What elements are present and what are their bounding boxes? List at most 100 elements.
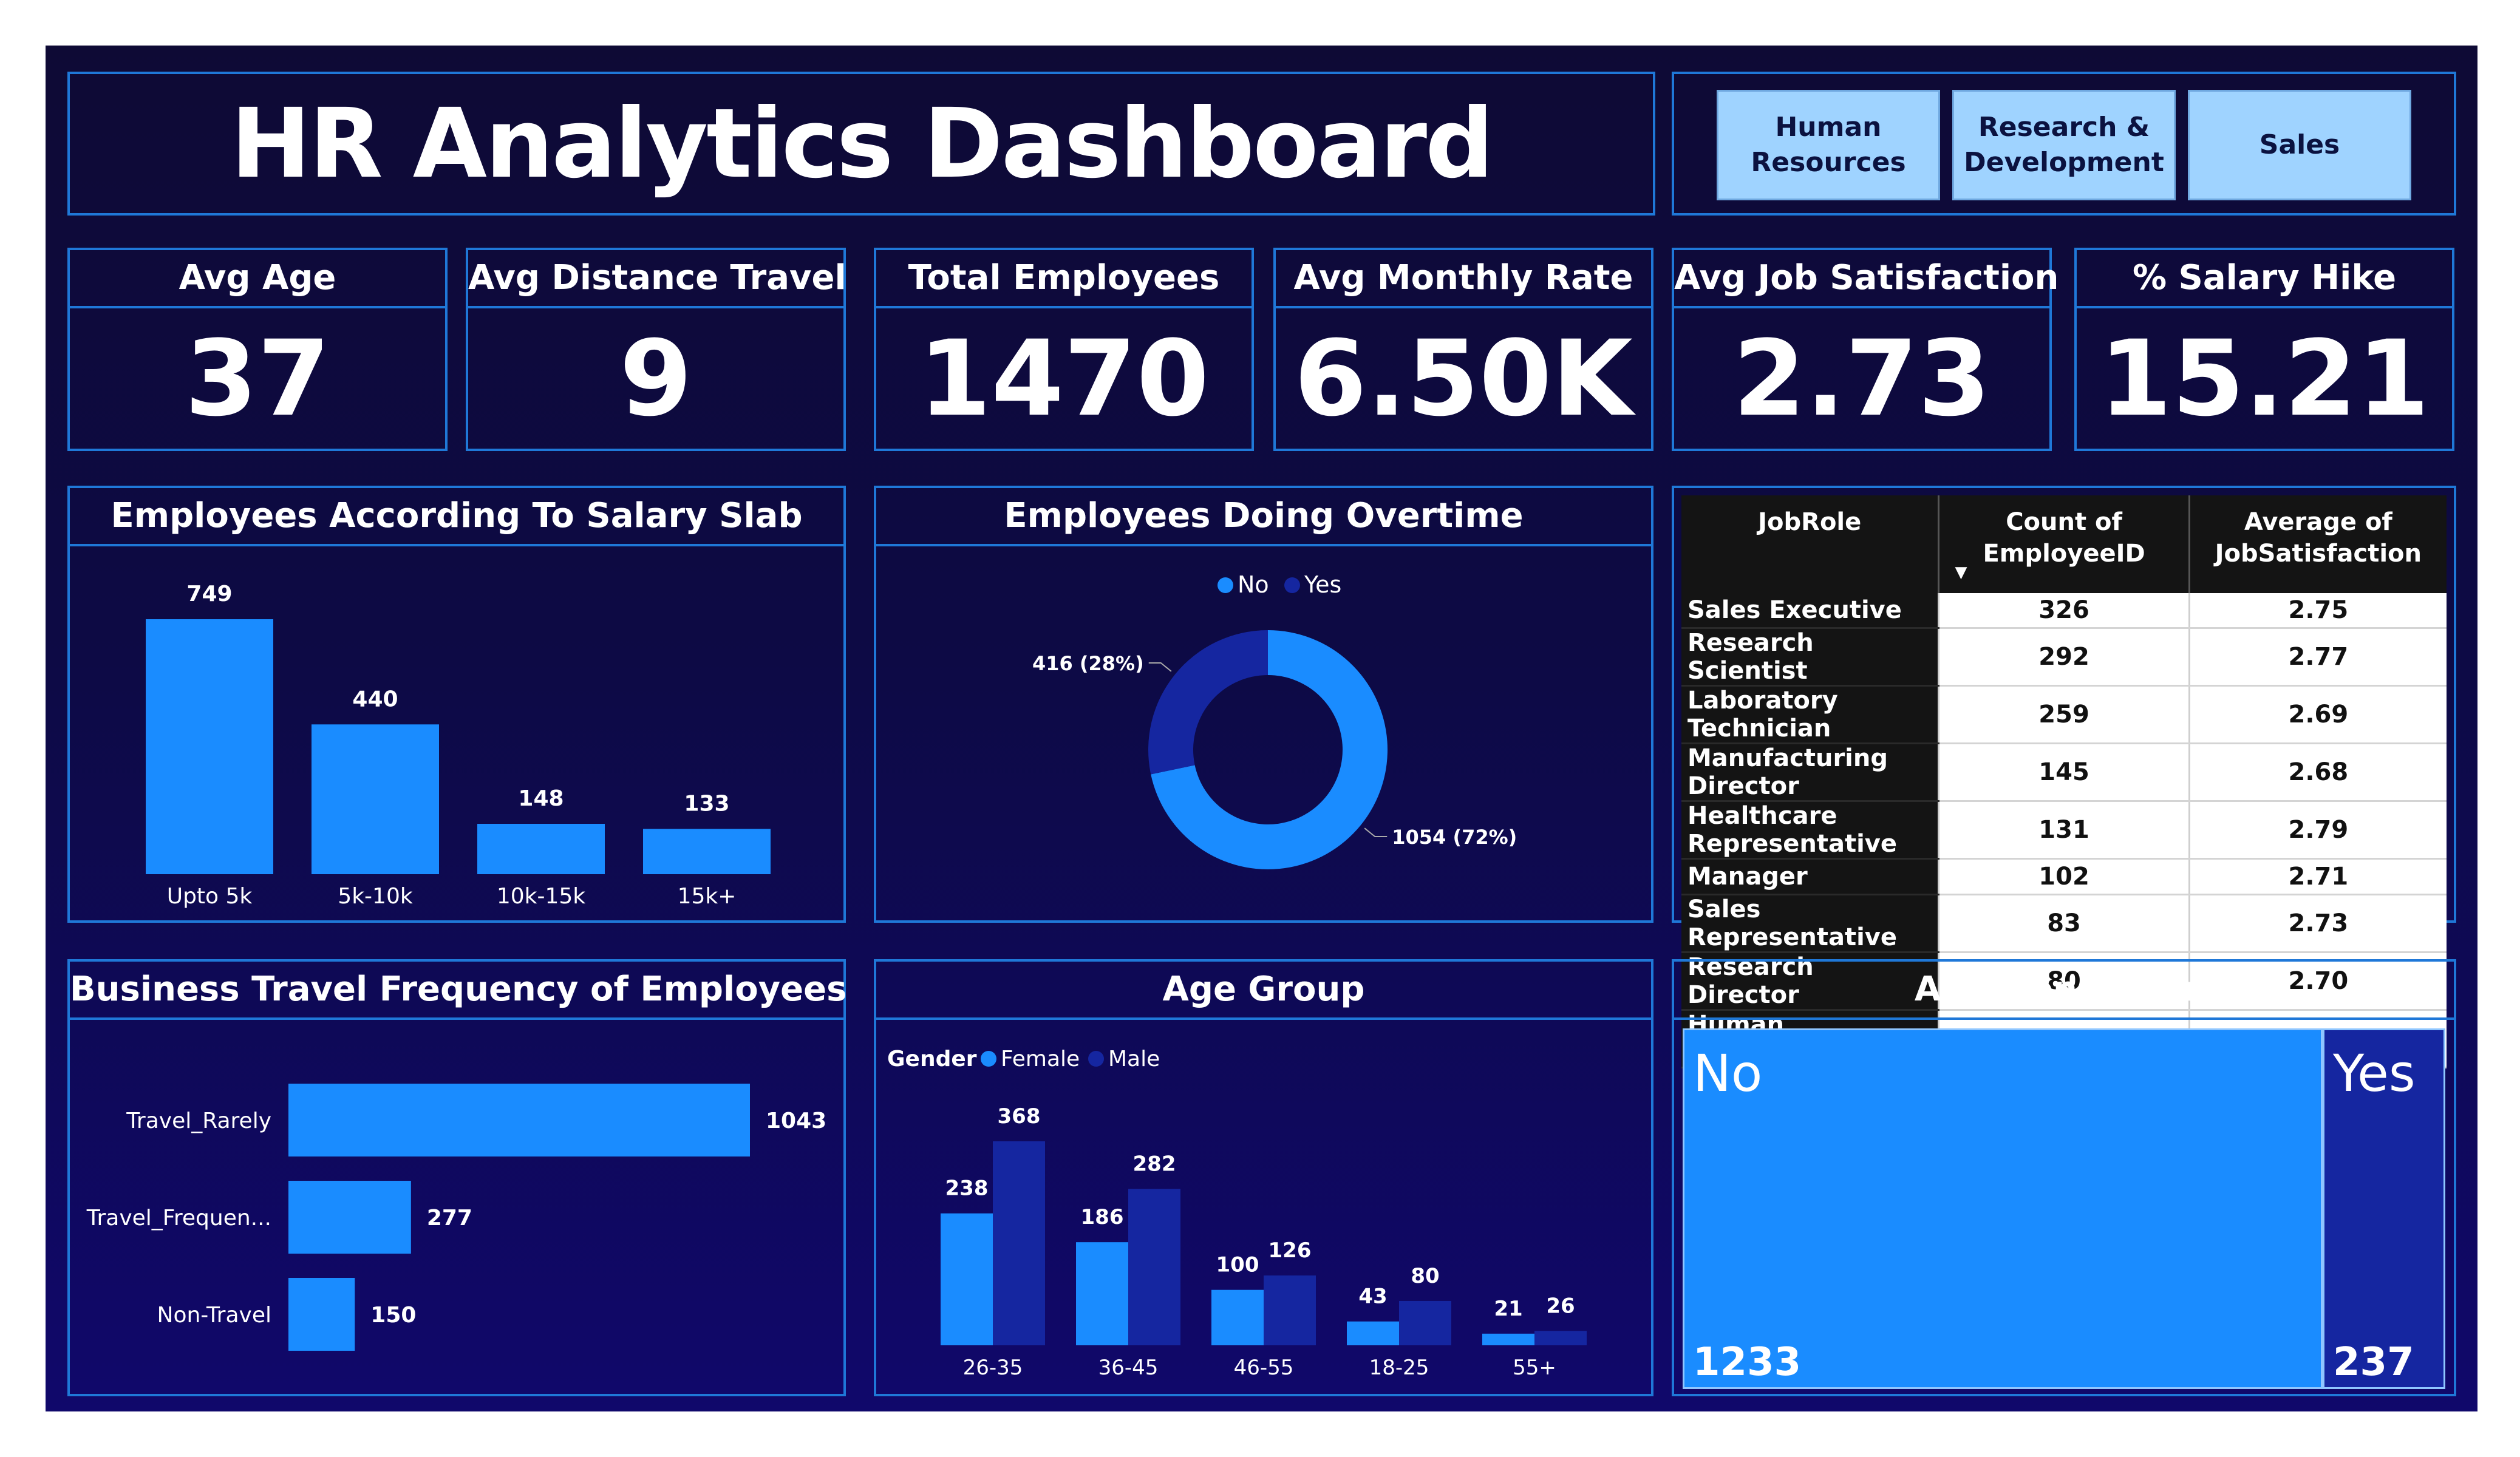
table-header-row: JobRole Count of EmployeeID ▼ Average of… <box>1681 495 2447 593</box>
bar-female[interactable] <box>1076 1242 1128 1345</box>
column-header-count[interactable]: Count of EmployeeID ▼ <box>1938 495 2190 593</box>
table-row[interactable]: Manager 102 2.71 <box>1681 858 2447 895</box>
leader-line <box>1148 662 1172 672</box>
table-row[interactable]: Manufacturing Director 145 2.68 <box>1681 743 2447 802</box>
bar[interactable] <box>477 824 605 874</box>
data-label: 186 <box>1081 1205 1124 1229</box>
table-row[interactable]: Research Scientist 292 2.77 <box>1681 628 2447 687</box>
y-tick-label: Non-Travel <box>157 1303 271 1328</box>
data-label: 749 <box>186 582 232 606</box>
data-label: 440 <box>352 687 398 712</box>
bar-male[interactable] <box>1399 1300 1451 1345</box>
salary-slab-chart: 749 Upto 5k 440 5k-10k 148 10k-15k 133 15k+ <box>146 582 771 909</box>
bar[interactable] <box>146 619 273 874</box>
data-label: 277 <box>427 1206 472 1231</box>
cell-avg-satisfaction: 2.75 <box>2188 593 2447 629</box>
data-label: 238 <box>945 1177 989 1201</box>
table-row[interactable]: Healthcare Representative 131 2.79 <box>1681 801 2447 860</box>
kpi-value: 9 <box>619 318 692 440</box>
kpi-label: Total Employees <box>876 250 1251 308</box>
kpi-total-employees: Total Employees 1470 <box>874 248 1254 451</box>
cell-jobrole: Manufacturing Director <box>1681 743 1939 802</box>
cell-jobrole: Sales Representative <box>1681 894 1939 953</box>
x-tick-label: 15k+ <box>678 884 737 909</box>
cell-count: 83 <box>1938 894 2190 953</box>
bar-female[interactable] <box>1482 1333 1534 1345</box>
legend-marker-no <box>1217 577 1233 593</box>
data-label: 368 <box>998 1104 1041 1129</box>
bar-female[interactable] <box>1211 1289 1264 1345</box>
cell-avg-satisfaction: 2.71 <box>2188 858 2447 895</box>
data-label: 100 <box>1216 1253 1259 1277</box>
treemap-label-no: No <box>1693 1044 1763 1103</box>
bar-male[interactable] <box>1128 1189 1180 1345</box>
bar-male[interactable] <box>993 1141 1045 1345</box>
dept-button-sales[interactable]: Sales <box>2188 90 2411 200</box>
chart-title: Attrition Status <box>1674 962 2454 1020</box>
bar[interactable] <box>643 829 771 874</box>
bar-male[interactable] <box>1264 1275 1316 1345</box>
x-tick-label: 5k-10k <box>338 884 413 909</box>
table-row[interactable]: Sales Representative 83 2.73 <box>1681 894 2447 953</box>
treemap-value-yes: 237 <box>2333 1340 2414 1385</box>
treemap-cell-yes[interactable]: Yes 237 <box>2323 1028 2445 1389</box>
bar[interactable] <box>288 1278 355 1351</box>
kpi-value: 37 <box>185 318 330 440</box>
bar-female[interactable] <box>1347 1321 1399 1345</box>
data-label: 126 <box>1269 1238 1312 1263</box>
dept-button-human-resources[interactable]: Human Resources <box>1717 90 1940 200</box>
y-tick-label: Travel_Rarely <box>126 1109 271 1133</box>
table-row[interactable]: Sales Executive 326 2.75 <box>1681 593 2447 629</box>
dashboard-title: HR Analytics Dashboard <box>230 87 1494 200</box>
leader-line <box>1364 827 1388 838</box>
x-tick-label: 10k-15k <box>497 884 585 909</box>
kpi-label: Avg Age <box>70 250 445 308</box>
kpi-avg-monthly-rate: Avg Monthly Rate 6.50K <box>1273 248 1653 451</box>
y-tick-label: Travel_Frequen... <box>86 1206 271 1231</box>
kpi-label: Avg Job Satisfaction <box>1674 250 2059 308</box>
kpi-value: 15.21 <box>2099 318 2430 440</box>
column-header-avg-label: Average of JobSatisfaction <box>2215 508 2422 568</box>
kpi-label: Avg Distance Travel <box>468 250 846 308</box>
department-slicer: Human Resources Research & Development S… <box>1672 72 2456 216</box>
dept-button-research-development[interactable]: Research & Development <box>1952 90 2176 200</box>
chart-title: Age Group <box>876 962 1651 1020</box>
data-label-no: 1054 (72%) <box>1392 826 1517 849</box>
x-tick-label: 55+ <box>1513 1356 1556 1380</box>
kpi-value: 2.73 <box>1732 318 1991 440</box>
legend-marker-female <box>981 1051 996 1067</box>
attrition-chart-panel: Attrition Status No 1233 Yes 237 <box>1672 959 2456 1396</box>
data-label: 43 <box>1358 1285 1387 1309</box>
data-label: 80 <box>1411 1264 1439 1288</box>
treemap-value-no: 1233 <box>1693 1340 1802 1385</box>
bar-female[interactable] <box>941 1213 993 1345</box>
bar[interactable] <box>288 1181 411 1254</box>
bar-male[interactable] <box>1534 1331 1587 1345</box>
cell-avg-satisfaction: 2.68 <box>2188 743 2447 802</box>
treemap-cell-no[interactable]: No 1233 <box>1683 1028 2323 1389</box>
table-row[interactable]: Laboratory Technician 259 2.69 <box>1681 685 2447 744</box>
slice-yes[interactable] <box>1148 630 1268 775</box>
x-tick-label: 36-45 <box>1098 1356 1159 1380</box>
column-header-avg-satisfaction[interactable]: Average of JobSatisfaction <box>2188 495 2447 593</box>
bar[interactable] <box>288 1084 750 1156</box>
x-tick-label: Upto 5k <box>167 884 253 909</box>
bar[interactable] <box>312 724 439 874</box>
overtime-chart-panel: Employees Doing Overtime No Yes 1054 (72%)… <box>874 486 1653 923</box>
cell-jobrole: Research Scientist <box>1681 628 1939 687</box>
data-label: 133 <box>684 791 729 816</box>
data-label: 150 <box>370 1303 416 1328</box>
column-header-count-label: Count of EmployeeID <box>1983 508 2145 568</box>
legend-label-female: Female <box>1001 1047 1080 1072</box>
title-panel: HR Analytics Dashboard <box>67 72 1655 216</box>
age-group-chart: Gender Female Male 238 368 26-35 186 282 36-45 10… <box>887 1047 1587 1380</box>
data-label: 282 <box>1133 1152 1176 1177</box>
column-header-jobrole[interactable]: JobRole <box>1681 495 1939 593</box>
legend-marker-male <box>1088 1051 1104 1067</box>
overtime-donut-chart: No Yes 1054 (72%) 416 (28%) <box>1032 571 1517 869</box>
cell-avg-satisfaction: 2.77 <box>2188 628 2447 687</box>
kpi-avg-distance: Avg Distance Travel 9 <box>466 248 846 451</box>
chart-title: Employees Doing Overtime <box>876 488 1651 546</box>
legend-title: Gender <box>887 1047 977 1072</box>
data-label: 148 <box>518 786 564 811</box>
